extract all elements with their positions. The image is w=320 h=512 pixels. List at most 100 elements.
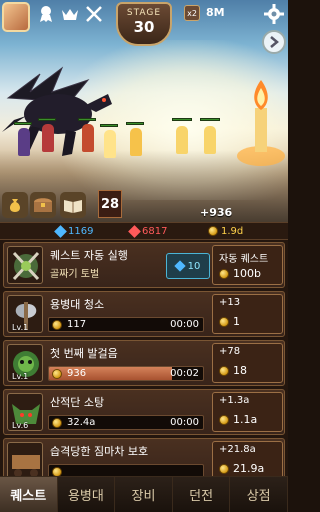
stage-label: STAGE	[126, 8, 162, 18]
quest-thumbnail: Lv.1	[7, 295, 43, 333]
gold-coin-icon	[219, 317, 229, 327]
chevron-right-icon[interactable]	[262, 30, 286, 54]
quest-gold-value: 32.4a	[67, 417, 96, 428]
gold-coin-icon	[219, 464, 229, 474]
quest-row[interactable]: 습격당한 짐마차 보호 +21.8a 21.9a	[3, 438, 285, 476]
quest-thumbnail: Lv.6	[7, 393, 43, 431]
blue-gem-icon	[54, 224, 67, 238]
quest-timer: 00:00	[170, 417, 199, 428]
gold-coin-icon	[52, 369, 62, 379]
gold-coin-icon	[219, 269, 229, 279]
gold-coin-icon	[219, 415, 229, 425]
enemy-hp-bar	[200, 118, 220, 121]
gold-coin-icon	[52, 320, 62, 330]
red-gem-icon	[128, 224, 141, 238]
quest-upgrade-button[interactable]: +21.8a 21.9a	[212, 441, 283, 476]
quest-title: 용병대 청소	[50, 298, 105, 311]
auto-quest-subtitle: 골짜기 토벌	[50, 269, 100, 280]
hero-mage	[18, 128, 30, 156]
quest-increment: +1.3a	[219, 395, 250, 406]
quest-level: Lv.1	[12, 323, 29, 332]
player-avatar[interactable]	[2, 2, 30, 32]
ruby-value: 6817	[142, 225, 168, 237]
auto-quest-gem-cost: 10	[187, 260, 201, 272]
crown-icon[interactable]	[60, 4, 80, 24]
quest-progress-bar: 32.4a 00:00	[48, 415, 204, 430]
gear-icon[interactable]	[262, 2, 286, 26]
quest-upgrade-cost: 1	[233, 315, 240, 328]
quest-increment: +78	[219, 346, 241, 357]
treasure-chest-icon[interactable]	[30, 192, 56, 218]
quest-gold-value: 117	[67, 319, 87, 330]
gem-value: 1169	[68, 225, 94, 237]
tab-equipment[interactable]: 장비	[115, 477, 173, 512]
gold-coin-icon	[208, 226, 218, 236]
quest-increment: +13	[219, 297, 241, 308]
quest-level: Lv.6	[12, 421, 29, 430]
quest-thumbnail	[7, 442, 43, 476]
battle-scene: STAGE 30 x2 8M 28 +936	[0, 0, 288, 222]
tab-mercenary[interactable]: 용병대	[57, 477, 116, 512]
quest-row[interactable]: Lv.1 용병대 청소 117 00:00 +13 1	[3, 291, 285, 337]
auto-quest-reward-value: 100b	[233, 267, 261, 280]
quest-thumbnail: Lv.1	[7, 344, 43, 382]
quest-title: 습격당한 짐마차 보호	[50, 445, 149, 458]
golden-beacon	[237, 80, 285, 166]
hero-archer	[130, 128, 142, 156]
ruby-counter: 6817	[128, 224, 168, 238]
crossed-swords-icon[interactable]	[84, 4, 104, 24]
hero-hp-bar	[78, 118, 96, 121]
gem-counter: 1169	[54, 224, 94, 238]
enemy-hp-bar	[172, 118, 192, 121]
spellbook-icon[interactable]	[60, 192, 86, 218]
quest-progress-bar: 936 00:02	[48, 366, 204, 381]
hero-hp-bar	[100, 124, 118, 127]
stage-badge: STAGE 30	[116, 2, 172, 46]
quest-row[interactable]: Lv.6 산적단 소탕 32.4a 00:00 +1.3a 1.1a	[3, 389, 285, 435]
quest-upgrade-cost: 21.9a	[233, 462, 265, 475]
quest-timer: 00:00	[170, 319, 199, 330]
hero-knight	[82, 124, 94, 152]
wagon-icon	[12, 455, 40, 476]
enemy-soldier	[204, 126, 216, 154]
auto-quest-title: 퀘스트 자동 실행	[50, 249, 128, 262]
bottom-tab-bar: 퀘스트 용병대 장비 던전 상점	[0, 476, 288, 512]
quest-upgrade-button[interactable]: +78 18	[212, 343, 283, 383]
gold-coin-icon	[52, 467, 62, 476]
quest-upgrade-cost: 18	[233, 364, 247, 377]
tab-quest[interactable]: 퀘스트	[0, 477, 58, 512]
hero-hp-bar	[14, 122, 32, 125]
quest-title: 산적단 소탕	[50, 396, 105, 409]
wave-timer: 28	[98, 190, 122, 218]
gold-coin-icon	[52, 418, 62, 428]
damage-value: +936	[200, 206, 233, 219]
blue-gem-icon	[173, 260, 186, 272]
hero-priest	[104, 130, 116, 158]
auto-quest-reward-button[interactable]: 자동 퀘스트 100b	[212, 245, 283, 285]
quest-upgrade-button[interactable]: +1.3a 1.1a	[212, 392, 283, 432]
auto-quest-reward-label: 자동 퀘스트	[219, 254, 269, 265]
gold-coin-icon	[219, 366, 229, 376]
auto-quest-thumbnail	[7, 246, 43, 284]
quest-row[interactable]: Lv.1 첫 번째 발걸음 936 00:02 +78 18	[3, 340, 285, 386]
tab-dungeon[interactable]: 던전	[172, 477, 231, 512]
currency-strip: 1169 6817 1.9d	[0, 222, 288, 240]
gold-counter: 1.9d	[208, 226, 243, 237]
gold-value: 1.9d	[221, 225, 244, 237]
tab-shop[interactable]: 상점	[230, 477, 288, 512]
enemy-soldier	[176, 126, 188, 154]
quest-title: 첫 번째 발걸음	[50, 347, 118, 360]
hero-hp-bar	[38, 118, 56, 121]
gold-bag-icon[interactable]	[2, 192, 28, 218]
quest-increment: +21.8a	[219, 444, 256, 455]
speed-toggle-button[interactable]: x2	[184, 5, 200, 21]
quest-upgrade-button[interactable]: +13 1	[212, 294, 283, 334]
quest-upgrade-cost: 1.1a	[233, 413, 258, 426]
auto-quest-row[interactable]: 퀘스트 자동 실행 골짜기 토벌 10 자동 퀘스트 100b	[3, 242, 285, 288]
top-currency-value: 8M	[206, 6, 225, 19]
hero-hp-bar	[126, 122, 144, 125]
crossed-weapons-icon	[12, 251, 40, 281]
auto-quest-gem-button[interactable]: 10	[166, 253, 210, 279]
ribbon-medal-icon[interactable]	[36, 4, 56, 24]
stage-number: 30	[133, 18, 155, 36]
